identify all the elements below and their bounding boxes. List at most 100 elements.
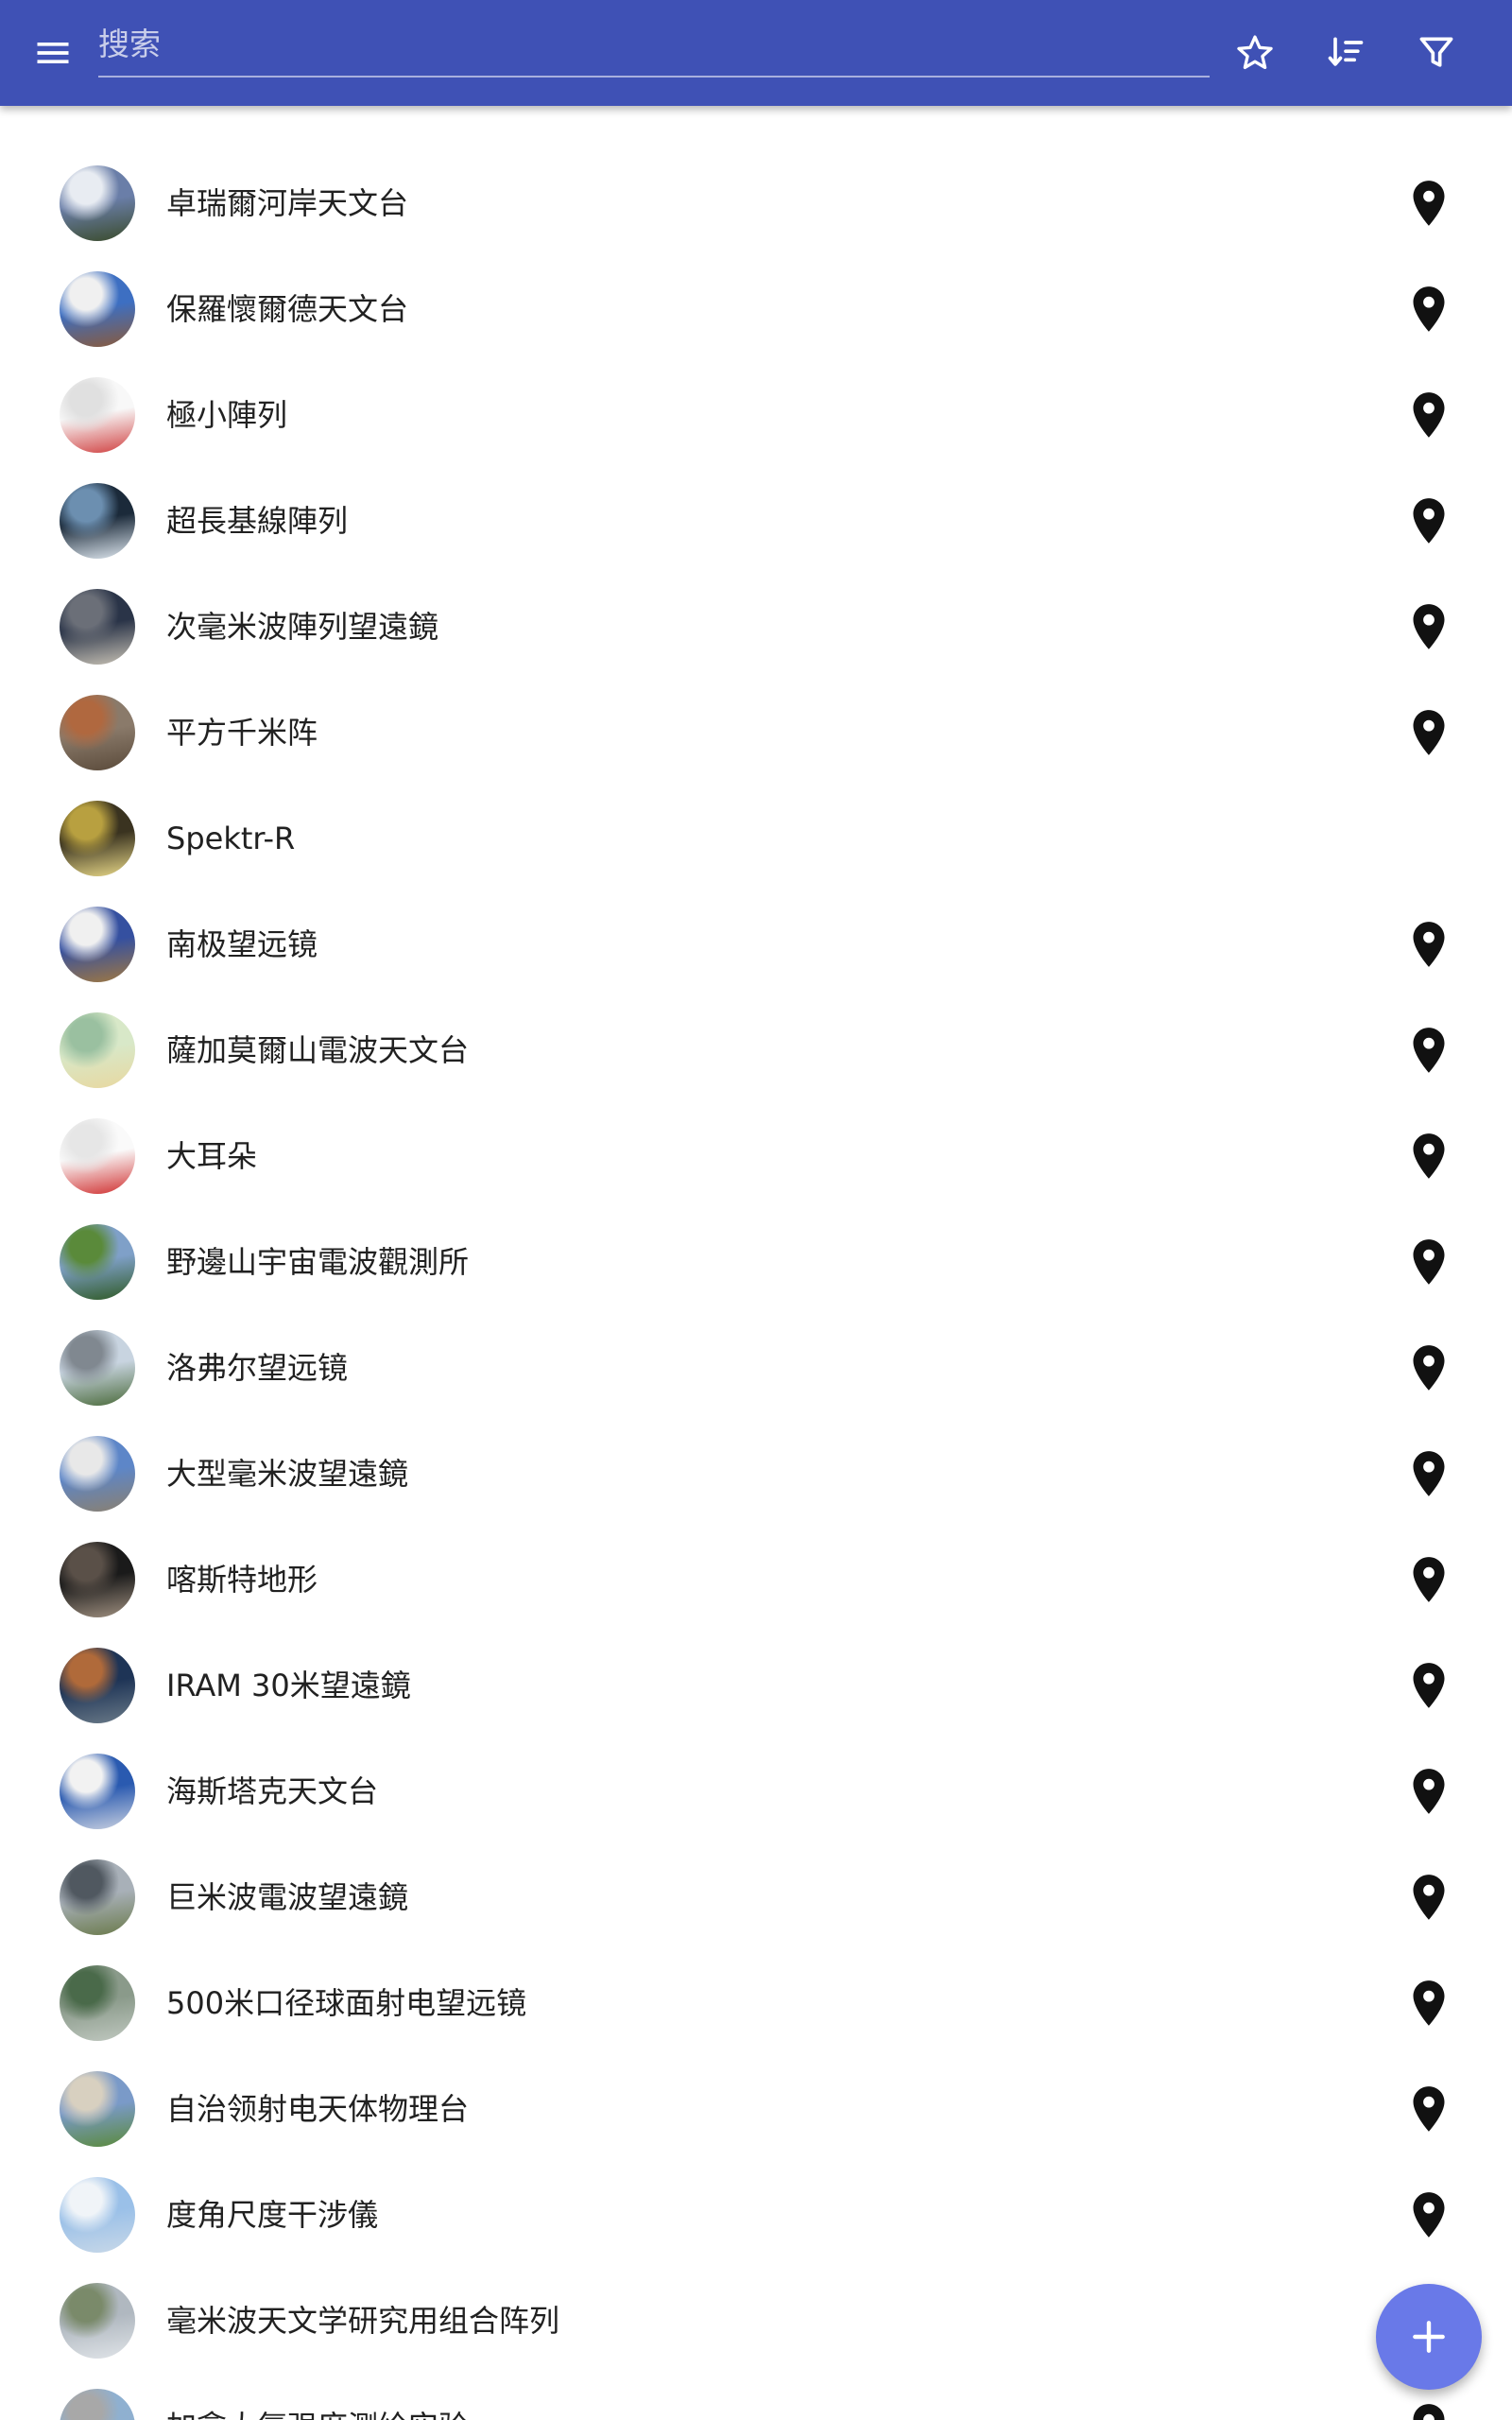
location-button[interactable]	[1408, 1979, 1450, 2028]
item-label: 毫米波天文学研究用组合阵列	[166, 2303, 560, 2339]
location-button[interactable]	[1408, 390, 1450, 440]
top-app-bar	[0, 0, 1512, 106]
item-label: 薩加莫爾山電波天文台	[166, 1032, 470, 1068]
list-item[interactable]: 南极望远镜	[0, 891, 1512, 997]
item-label: Spektr-R	[166, 821, 296, 856]
list-item[interactable]: 保羅懷爾德天文台	[0, 256, 1512, 362]
list-item[interactable]: 度角尺度干涉儀	[0, 2162, 1512, 2268]
location-button[interactable]	[1408, 496, 1450, 545]
location-button[interactable]	[1408, 2190, 1450, 2239]
list-item[interactable]: 巨米波電波望遠鏡	[0, 1844, 1512, 1950]
item-thumbnail	[60, 907, 135, 982]
location-pin-icon	[1413, 2192, 1445, 2238]
favorites-button[interactable]	[1221, 19, 1289, 87]
menu-button[interactable]	[19, 19, 87, 87]
location-pin-icon	[1413, 1345, 1445, 1391]
list-item[interactable]: 超長基線陣列	[0, 468, 1512, 574]
item-label: 極小陣列	[166, 397, 288, 433]
add-button[interactable]	[1376, 2284, 1482, 2390]
app-root: 卓瑞爾河岸天文台保羅懷爾德天文台極小陣列超長基線陣列次毫米波陣列望遠鏡平方千米阵…	[0, 0, 1512, 2420]
list-item[interactable]: 卓瑞爾河岸天文台	[0, 150, 1512, 256]
location-button[interactable]	[1408, 1449, 1450, 1498]
list-item[interactable]: 極小陣列	[0, 362, 1512, 468]
location-button[interactable]	[1408, 920, 1450, 969]
location-button[interactable]	[1408, 1132, 1450, 1181]
list-item[interactable]: IRAM 30米望遠鏡	[0, 1633, 1512, 1738]
location-button[interactable]	[1408, 1767, 1450, 1816]
item-thumbnail	[60, 1965, 135, 2041]
item-label: 大型毫米波望遠鏡	[166, 1456, 409, 1492]
list-item[interactable]: 次毫米波陣列望遠鏡	[0, 574, 1512, 680]
item-label: 超長基線陣列	[166, 503, 349, 539]
item-label: 保羅懷爾德天文台	[166, 291, 409, 327]
item-label: 次毫米波陣列望遠鏡	[166, 609, 439, 645]
sort-button[interactable]	[1312, 19, 1380, 87]
location-button[interactable]	[1408, 2402, 1450, 2420]
location-pin-icon	[1413, 286, 1445, 332]
location-button[interactable]	[1408, 1237, 1450, 1287]
item-label: 海斯塔克天文台	[166, 1773, 379, 1809]
location-pin-icon	[1413, 710, 1445, 755]
list-item[interactable]: 海斯塔克天文台	[0, 1738, 1512, 1844]
location-button[interactable]	[1408, 1661, 1450, 1710]
item-thumbnail	[60, 165, 135, 241]
item-thumbnail	[60, 695, 135, 770]
list-item[interactable]: 洛弗尔望远镜	[0, 1315, 1512, 1421]
list-item[interactable]: 自治领射电天体物理台	[0, 2056, 1512, 2162]
location-pin-icon	[1413, 1133, 1445, 1179]
item-thumbnail	[60, 1224, 135, 1300]
location-pin-icon	[1413, 1663, 1445, 1708]
sort-icon	[1328, 37, 1364, 66]
list-item[interactable]: 大耳朵	[0, 1103, 1512, 1209]
location-button[interactable]	[1408, 1555, 1450, 1604]
filter-button[interactable]	[1402, 19, 1470, 87]
location-button[interactable]	[1408, 1873, 1450, 1922]
location-button[interactable]	[1408, 1026, 1450, 1075]
location-pin-icon	[1413, 1557, 1445, 1602]
list-item[interactable]: 加拿大氫强度测绘实验	[0, 2374, 1512, 2420]
item-label: 南极望远镜	[166, 926, 318, 962]
location-pin-icon	[1413, 498, 1445, 544]
item-thumbnail	[60, 1648, 135, 1723]
item-thumbnail	[60, 589, 135, 665]
list-item[interactable]: 喀斯特地形	[0, 1527, 1512, 1633]
location-button[interactable]	[1408, 179, 1450, 228]
item-label: 自治领射电天体物理台	[166, 2091, 470, 2127]
filter-icon	[1419, 37, 1453, 67]
add-icon	[1413, 2321, 1445, 2353]
list-item[interactable]: 薩加莫爾山電波天文台	[0, 997, 1512, 1103]
star-outline-icon	[1237, 35, 1273, 70]
location-button[interactable]	[1408, 602, 1450, 651]
item-thumbnail	[60, 2283, 135, 2359]
item-thumbnail	[60, 2177, 135, 2253]
item-label: 巨米波電波望遠鏡	[166, 1879, 409, 1915]
list-item[interactable]: 野邊山宇宙電波觀測所	[0, 1209, 1512, 1315]
item-label: 度角尺度干涉儀	[166, 2197, 379, 2233]
location-button[interactable]	[1408, 708, 1450, 757]
location-pin-icon	[1413, 1239, 1445, 1285]
location-button[interactable]	[1408, 2084, 1450, 2134]
telescope-list: 卓瑞爾河岸天文台 保羅懷爾德天文台 極小陣列超長基線陣列次毫米波陣列望遠鏡平方千米阵…	[0, 150, 1512, 2420]
item-thumbnail	[60, 801, 135, 876]
item-label: 卓瑞爾河岸天文台	[166, 185, 409, 221]
list-item[interactable]: 平方千米阵	[0, 680, 1512, 786]
location-button[interactable]	[1408, 285, 1450, 334]
list-item[interactable]: 500米口径球面射电望远镜	[0, 1950, 1512, 2056]
list-item[interactable]: Spektr-R	[0, 786, 1512, 891]
item-thumbnail	[60, 1012, 135, 1088]
item-thumbnail	[60, 1754, 135, 1829]
location-pin-icon	[1413, 1028, 1445, 1073]
location-pin-icon	[1413, 604, 1445, 649]
item-thumbnail	[60, 1859, 135, 1935]
location-pin-icon	[1413, 1875, 1445, 1920]
item-thumbnail	[60, 2389, 135, 2420]
item-label: 加拿大氫强度测绘实验	[166, 2374, 469, 2420]
location-button[interactable]	[1408, 1343, 1450, 1392]
item-thumbnail	[60, 271, 135, 347]
list-item[interactable]: 毫米波天文学研究用组合阵列	[0, 2268, 1512, 2374]
search-input[interactable]	[98, 15, 1210, 72]
item-label: 500米口径球面射电望远镜	[166, 1985, 527, 2021]
item-thumbnail	[60, 1118, 135, 1194]
list-item[interactable]: 大型毫米波望遠鏡	[0, 1421, 1512, 1527]
location-pin-icon	[1413, 2404, 1445, 2420]
